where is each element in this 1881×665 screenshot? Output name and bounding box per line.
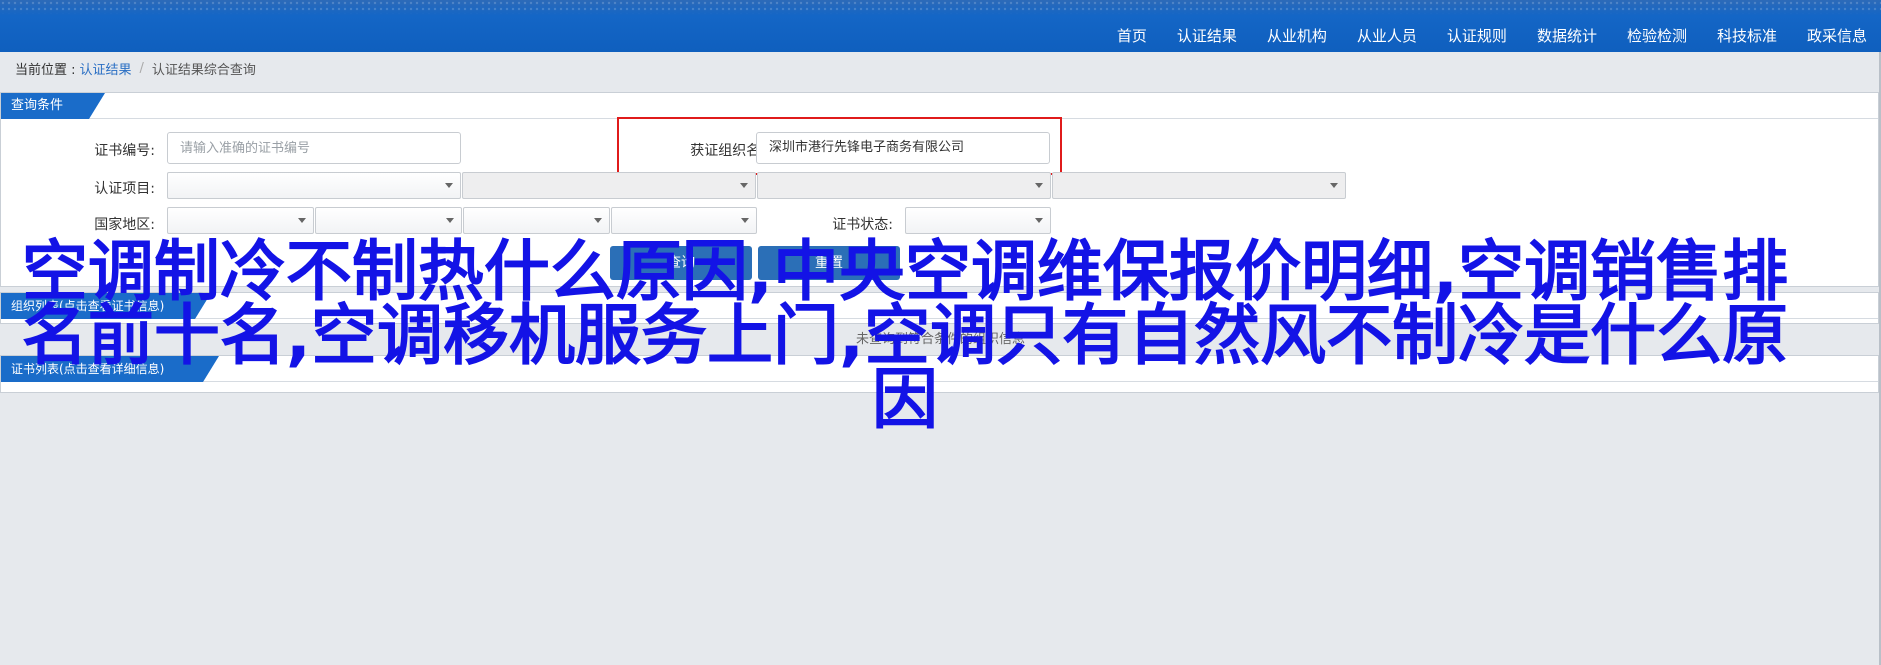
nav-item-cert-results[interactable]: 认证结果 bbox=[1177, 25, 1237, 46]
query-panel-header: 查询条件 bbox=[1, 93, 1878, 119]
nav-item-home[interactable]: 首页 bbox=[1117, 25, 1147, 46]
cert-project-select-1[interactable] bbox=[167, 172, 461, 199]
nav-item-personnel[interactable]: 从业人员 bbox=[1357, 25, 1417, 46]
main-nav: 首页 认证结果 从业机构 从业人员 认证规则 数据统计 检验检测 科技标准 政采… bbox=[1087, 22, 1867, 48]
chevron-down-icon bbox=[1035, 183, 1043, 188]
chevron-down-icon bbox=[445, 183, 453, 188]
breadcrumb-separator: / bbox=[139, 60, 144, 76]
nav-item-inspection[interactable]: 检验检测 bbox=[1627, 25, 1687, 46]
cert-project-select-4[interactable] bbox=[1052, 172, 1346, 199]
overlay-headline: 空调制冷不制热什么原因,中央空调维保报价明细,空调销售排名前十名,空调移机服务上… bbox=[21, 233, 1789, 438]
breadcrumb-link-cert-results[interactable]: 认证结果 bbox=[80, 59, 132, 78]
chevron-down-icon bbox=[1035, 218, 1043, 223]
region-select-4[interactable] bbox=[611, 207, 757, 234]
breadcrumb-current: 认证结果综合查询 bbox=[151, 62, 256, 78]
cert-project-select-2[interactable] bbox=[462, 172, 756, 199]
nav-item-standards[interactable]: 科技标准 bbox=[1717, 25, 1777, 46]
chevron-down-icon bbox=[446, 218, 454, 223]
nav-item-cert-rules[interactable]: 认证规则 bbox=[1447, 25, 1507, 46]
chevron-down-icon bbox=[594, 218, 602, 223]
top-nav-bar: 首页 认证结果 从业机构 从业人员 认证规则 数据统计 检验检测 科技标准 政采… bbox=[0, 0, 1881, 52]
chevron-down-icon bbox=[741, 218, 749, 223]
query-panel-title: 查询条件 bbox=[1, 93, 105, 119]
breadcrumb: 当前位置 : 认证结果 / 认证结果综合查询 bbox=[15, 58, 256, 78]
header-pattern bbox=[0, 0, 1881, 14]
breadcrumb-prefix: 当前位置 : bbox=[15, 62, 76, 78]
region-select-2[interactable] bbox=[315, 207, 462, 234]
nav-item-statistics[interactable]: 数据统计 bbox=[1537, 25, 1597, 46]
chevron-down-icon bbox=[298, 218, 306, 223]
org-name-input[interactable]: 深圳市港行先锋电子商务有限公司 bbox=[756, 132, 1050, 164]
cert-status-label: 证书状态: bbox=[832, 217, 893, 233]
region-label: 国家地区: bbox=[94, 217, 155, 233]
cert-status-select[interactable] bbox=[905, 207, 1051, 234]
region-select-1[interactable] bbox=[167, 207, 314, 234]
cert-project-label: 认证项目: bbox=[94, 181, 155, 197]
chevron-down-icon bbox=[1330, 183, 1338, 188]
cert-no-input[interactable] bbox=[167, 132, 461, 164]
nav-item-procurement[interactable]: 政采信息 bbox=[1807, 25, 1867, 46]
cert-no-label: 证书编号: bbox=[94, 143, 155, 159]
nav-item-institutions[interactable]: 从业机构 bbox=[1267, 25, 1327, 46]
region-select-3[interactable] bbox=[463, 207, 610, 234]
chevron-down-icon bbox=[740, 183, 748, 188]
cert-project-select-3[interactable] bbox=[757, 172, 1051, 199]
